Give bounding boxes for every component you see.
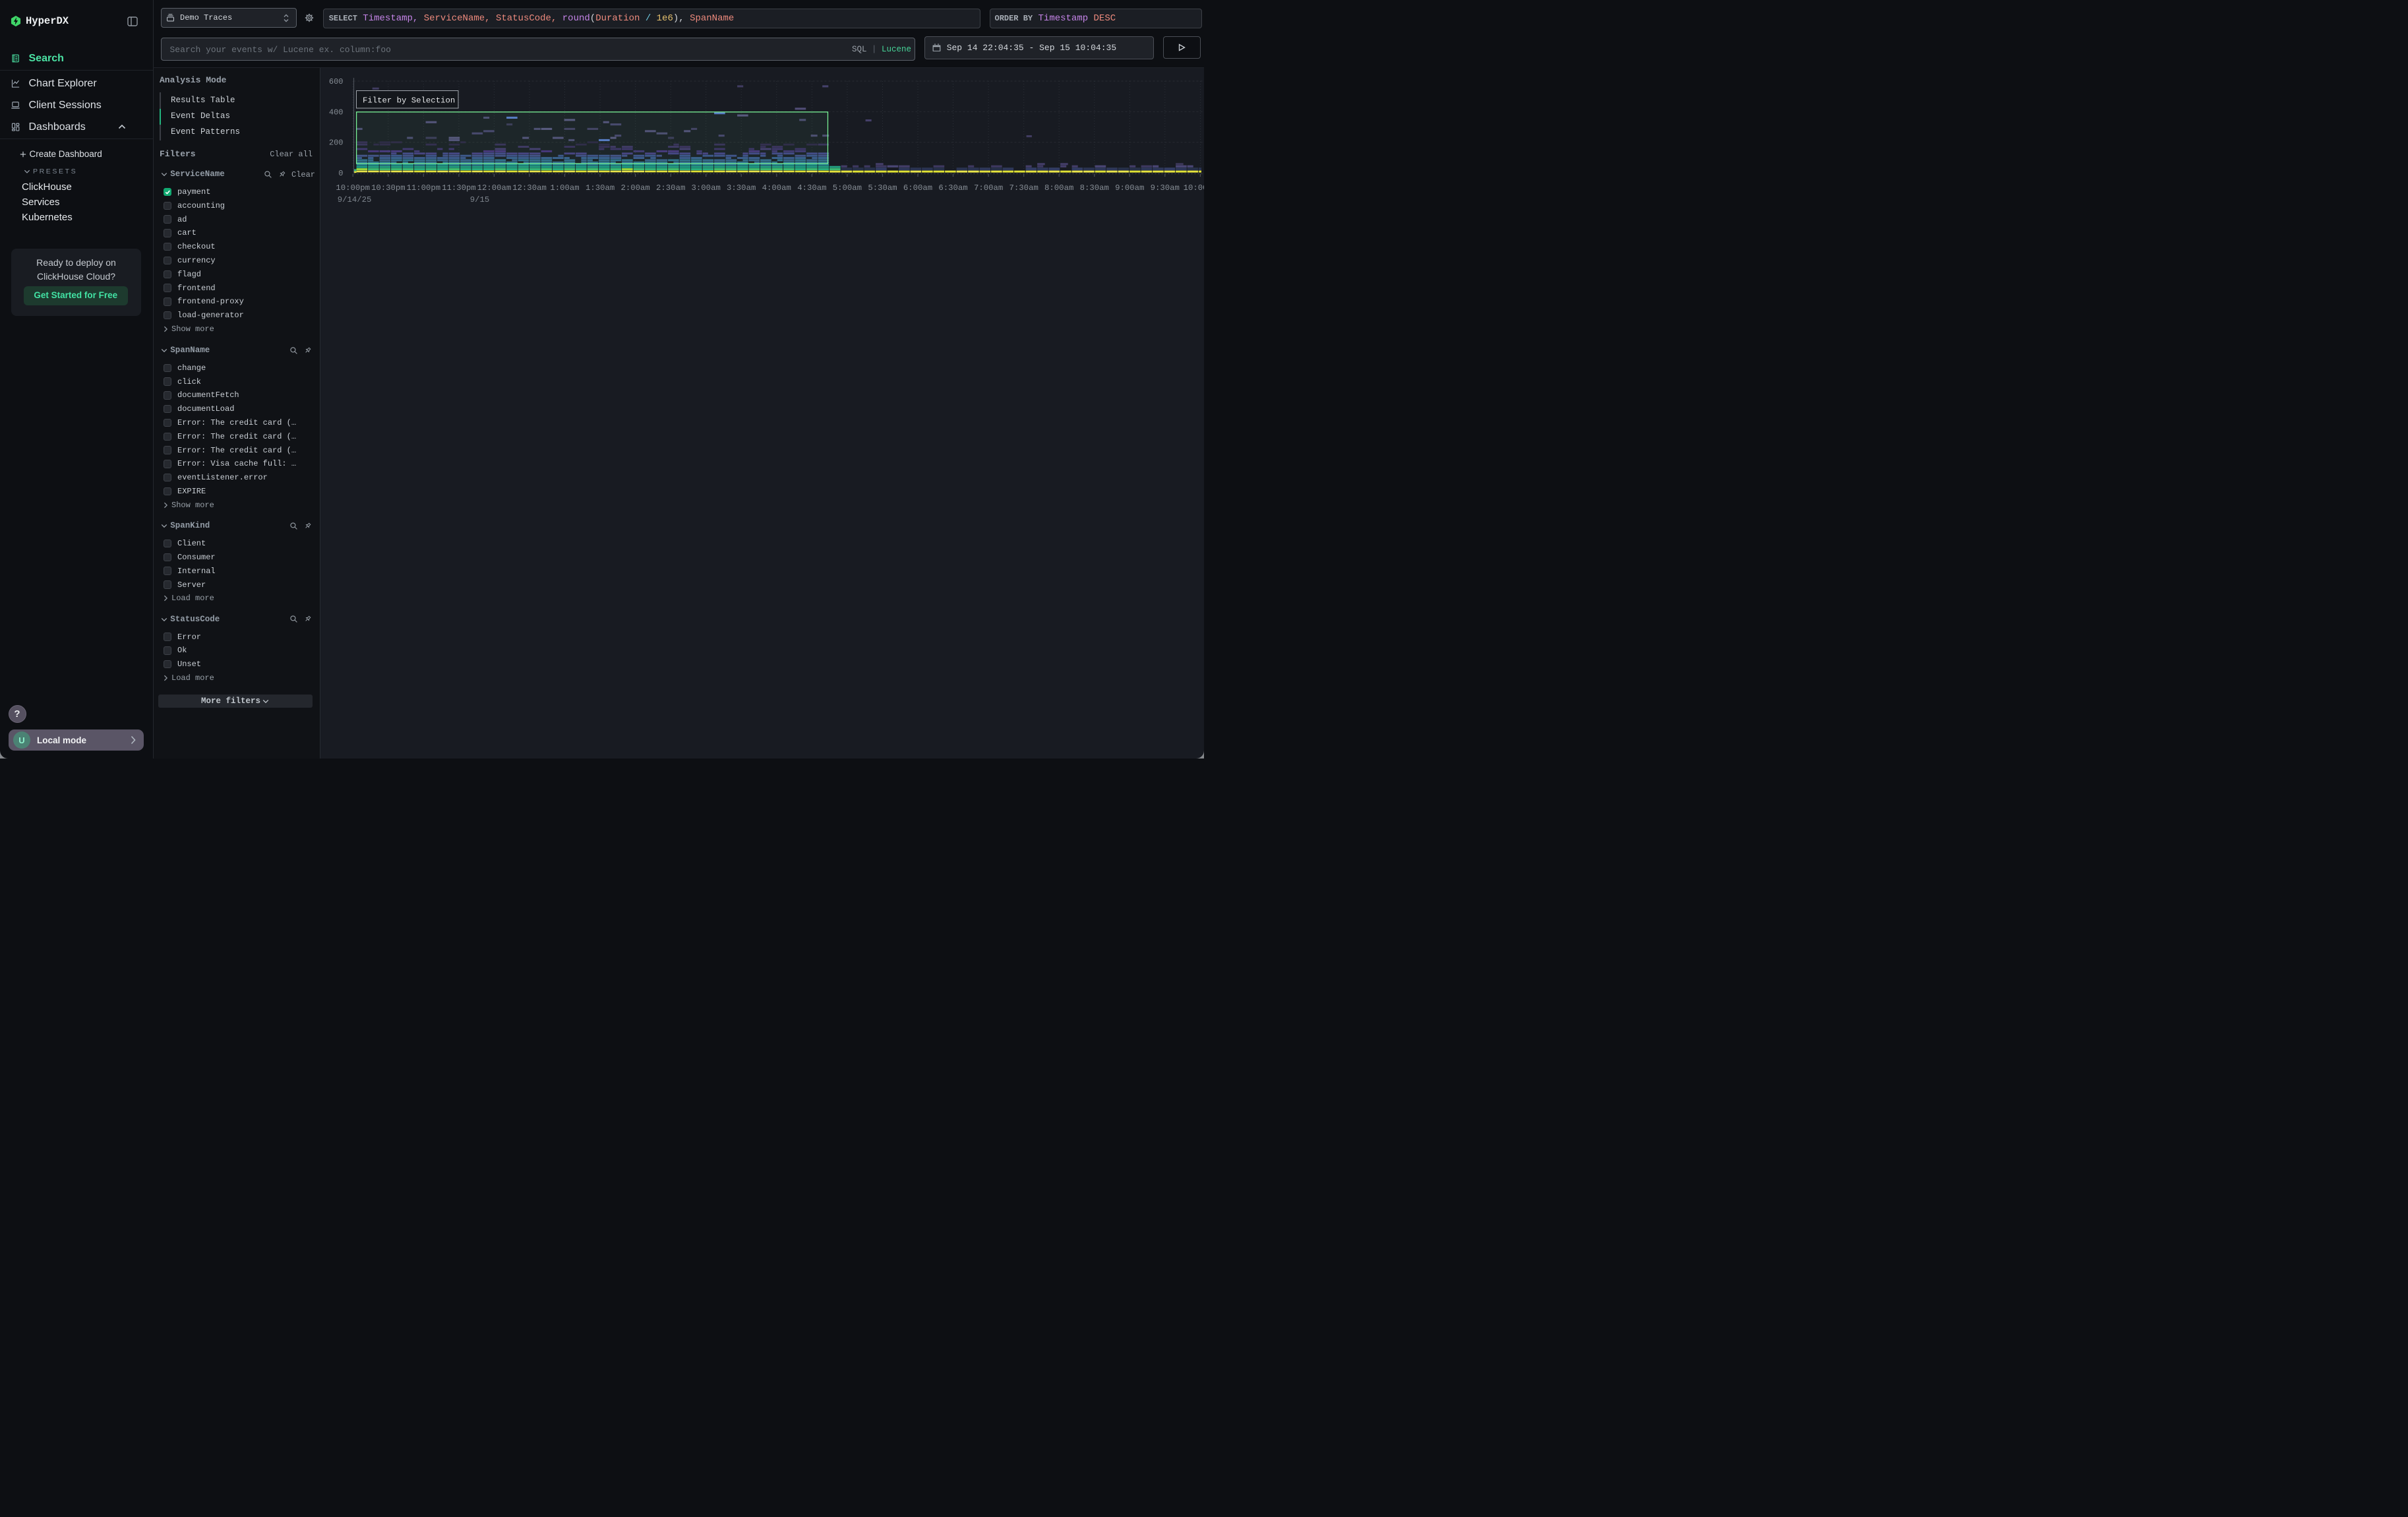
- svg-text:9/15: 9/15: [470, 195, 490, 204]
- svg-text:9:30am: 9:30am: [1151, 183, 1180, 193]
- svg-text:9:00am: 9:00am: [1115, 183, 1144, 193]
- svg-text:200: 200: [329, 139, 344, 148]
- svg-text:400: 400: [329, 108, 344, 117]
- svg-text:600: 600: [329, 77, 344, 86]
- svg-text:4:30am: 4:30am: [797, 183, 826, 193]
- svg-text:10:00pm: 10:00pm: [336, 183, 370, 193]
- svg-text:0: 0: [338, 169, 343, 178]
- svg-text:12:00am: 12:00am: [477, 183, 512, 193]
- svg-text:11:30pm: 11:30pm: [442, 183, 476, 193]
- svg-text:2:00am: 2:00am: [620, 183, 649, 193]
- svg-text:7:30am: 7:30am: [1009, 183, 1038, 193]
- svg-text:10:00am: 10:00am: [1184, 183, 1204, 193]
- svg-text:10:30pm: 10:30pm: [371, 183, 406, 193]
- svg-text:5:30am: 5:30am: [868, 183, 897, 193]
- svg-text:6:30am: 6:30am: [938, 183, 967, 193]
- svg-text:6:00am: 6:00am: [903, 183, 932, 193]
- svg-text:4:00am: 4:00am: [762, 183, 791, 193]
- svg-text:8:00am: 8:00am: [1044, 183, 1073, 193]
- svg-text:2:30am: 2:30am: [656, 183, 685, 193]
- svg-text:3:30am: 3:30am: [727, 183, 756, 193]
- svg-text:1:00am: 1:00am: [550, 183, 579, 193]
- svg-text:5:00am: 5:00am: [833, 183, 862, 193]
- svg-text:12:30am: 12:30am: [512, 183, 547, 193]
- svg-text:11:00pm: 11:00pm: [406, 183, 440, 193]
- svg-text:9/14/25: 9/14/25: [338, 195, 372, 204]
- svg-text:1:30am: 1:30am: [586, 183, 615, 193]
- svg-text:Filter by Selection: Filter by Selection: [363, 96, 455, 106]
- svg-text:3:00am: 3:00am: [692, 183, 721, 193]
- svg-text:8:30am: 8:30am: [1080, 183, 1109, 193]
- svg-text:7:00am: 7:00am: [974, 183, 1003, 193]
